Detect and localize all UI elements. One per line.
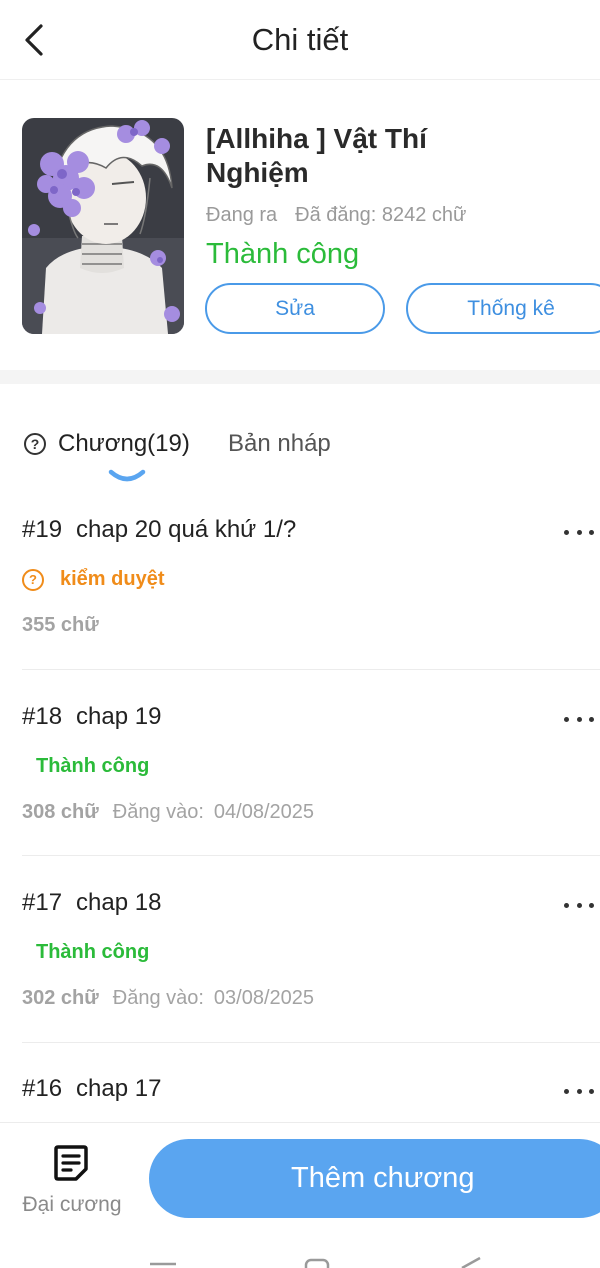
- more-options-icon[interactable]: [564, 897, 594, 913]
- chapter-row[interactable]: #16 chap 17: [22, 1075, 600, 1121]
- published-word-count: Đã đăng: 8242 chữ: [295, 204, 467, 226]
- row-divider: [22, 1042, 600, 1043]
- more-options-icon[interactable]: [564, 711, 594, 727]
- row-divider: [22, 855, 600, 856]
- tab-drafts[interactable]: Bản nháp: [228, 430, 331, 458]
- more-options-icon[interactable]: [564, 1083, 594, 1099]
- chapter-word-count: 302 chữ: [22, 987, 99, 1009]
- chapter-number: #18: [22, 703, 63, 730]
- chapter-status-label: Thành công: [36, 755, 150, 777]
- book-state: Đang ra: [206, 204, 278, 226]
- chapter-heading: #17 chap 18: [22, 889, 161, 917]
- pending-review-icon: ?: [22, 568, 44, 591]
- section-divider: [0, 370, 600, 384]
- row-divider: [22, 669, 600, 670]
- chapter-number: #17: [22, 889, 63, 916]
- chapter-row[interactable]: #17 chap 18 Thành công 302 chữ Đăng vào: 03…: [22, 889, 600, 1029]
- back-nav-icon: [461, 1256, 481, 1268]
- chapter-row[interactable]: #18 chap 19 Thành công 308 chữ Đăng vào: 04…: [22, 703, 600, 843]
- chapter-status: ? kiểm duyệt: [22, 568, 164, 591]
- chapter-number: #19: [22, 516, 63, 543]
- outline-document-icon: [54, 1145, 88, 1181]
- help-circle-icon[interactable]: ?: [24, 433, 46, 455]
- tab-chapters[interactable]: ? Chương(19): [24, 430, 190, 458]
- book-title: [Allhiha ] Vật Thí Nghiệm: [206, 123, 427, 188]
- posted-label: Đăng vào:: [112, 987, 204, 1009]
- posted-label: Đăng vào:: [112, 801, 204, 823]
- system-nav-bar: [150, 1256, 481, 1268]
- chapter-title: chap 19: [76, 703, 162, 730]
- outline-button[interactable]: Đại cương: [20, 1143, 124, 1223]
- top-bar: Chi tiết: [0, 0, 600, 80]
- bottom-action-bar: Đại cương Thêm chương: [0, 1122, 600, 1268]
- more-options-icon[interactable]: [564, 524, 594, 540]
- posted-date: 03/08/2025: [213, 987, 315, 1009]
- book-status: Thành công: [206, 238, 360, 270]
- chapter-heading: #16 chap 17: [22, 1075, 161, 1103]
- chapter-footer: 308 chữ Đăng vào: 04/08/2025: [22, 801, 314, 824]
- book-meta: Đang ra Đã đăng: 8242 chữ: [206, 204, 466, 227]
- chapter-word-count: 355 chữ: [22, 614, 99, 636]
- chapter-footer: 302 chữ Đăng vào: 03/08/2025: [22, 987, 314, 1010]
- outline-label: Đại cương: [22, 1193, 122, 1216]
- chapter-status-label: kiểm duyệt: [60, 568, 165, 590]
- chapter-heading: #19 chap 20 quá khứ 1/?: [22, 516, 296, 544]
- posted-date: 04/08/2025: [213, 801, 315, 823]
- chapter-status-label: Thành công: [36, 941, 150, 963]
- stats-button[interactable]: Thống kê: [406, 283, 600, 334]
- chapter-footer: 355 chữ: [22, 614, 113, 637]
- chapter-number: #16: [22, 1075, 63, 1102]
- add-chapter-button[interactable]: Thêm chương: [149, 1139, 600, 1218]
- book-cover-image[interactable]: [22, 118, 184, 334]
- page-title: Chi tiết: [251, 22, 349, 57]
- chapter-title: chap 20 quá khứ 1/?: [76, 516, 297, 543]
- chapter-row[interactable]: #19 chap 20 quá khứ 1/? ? kiểm duyệt 355 …: [22, 516, 600, 656]
- active-tab-indicator: [108, 469, 146, 482]
- home-icon: [304, 1258, 330, 1268]
- chapter-word-count: 308 chữ: [22, 801, 99, 823]
- chapter-title: chap 18: [76, 889, 162, 916]
- edit-button[interactable]: Sửa: [205, 283, 385, 334]
- chapter-heading: #18 chap 19: [22, 703, 161, 731]
- tab-chapters-label: Chương(19): [58, 430, 190, 457]
- chapter-title: chap 17: [76, 1075, 162, 1102]
